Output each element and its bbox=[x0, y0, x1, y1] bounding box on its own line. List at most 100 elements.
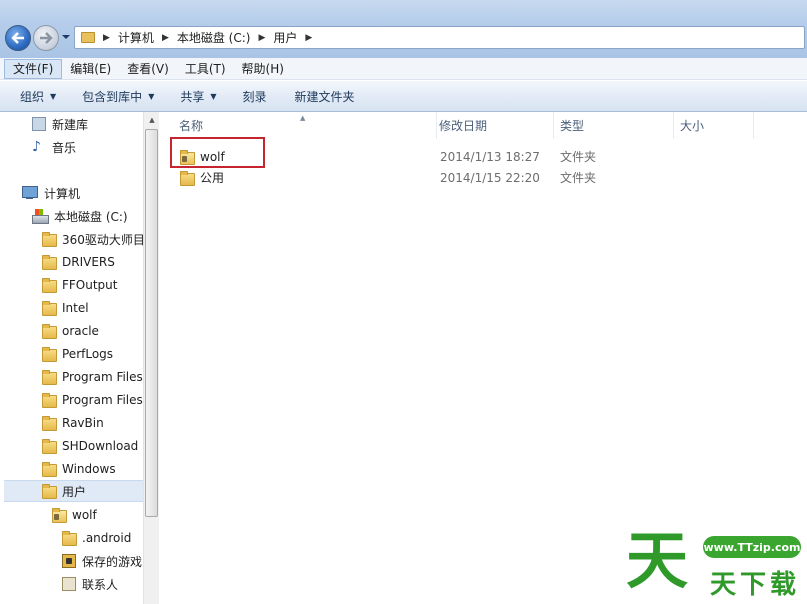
drive-icon bbox=[32, 209, 49, 224]
share-label: 共享 bbox=[180, 89, 205, 104]
nav-item-music[interactable]: ♪ 音乐 bbox=[32, 136, 76, 158]
file-type: 文件夹 bbox=[560, 171, 597, 185]
sort-arrow-icon: ▲ bbox=[300, 114, 306, 122]
nav-item-label: FFOutput bbox=[62, 278, 118, 292]
file-name-cell: wolf bbox=[180, 149, 225, 165]
user-folder-icon bbox=[52, 508, 67, 523]
breadcrumb-users[interactable]: 用户 bbox=[273, 29, 297, 46]
nav-item-users[interactable]: 用户 bbox=[4, 480, 144, 502]
new-folder-button[interactable]: 新建文件夹 bbox=[285, 88, 365, 105]
column-header: 名称 ▲ 修改日期 类型 大小 bbox=[160, 112, 807, 139]
folder-icon bbox=[42, 232, 57, 247]
folder-icon bbox=[42, 439, 57, 454]
file-name: 公用 bbox=[200, 171, 225, 185]
lock-icon bbox=[54, 514, 59, 520]
caret-down-icon: ▼ bbox=[210, 91, 217, 101]
library-icon bbox=[32, 117, 46, 131]
menu-bar: 文件(F) 编辑(E) 查看(V) 工具(T) 帮助(H) bbox=[0, 58, 807, 80]
breadcrumb-local-disk[interactable]: 本地磁盘 (C:) bbox=[177, 29, 251, 46]
breadcrumb-computer[interactable]: 计算机 bbox=[118, 29, 154, 46]
title-region: ▶ 计算机 ▶ 本地磁盘 (C:) ▶ 用户 ▶ bbox=[0, 0, 807, 58]
nav-item-folder[interactable]: FFOutput bbox=[42, 274, 118, 296]
nav-item-local-disk[interactable]: 本地磁盘 (C:) bbox=[32, 205, 128, 227]
nav-scrollbar[interactable]: ▲ bbox=[143, 112, 159, 604]
caret-down-icon: ▼ bbox=[148, 91, 155, 101]
nav-item-label: Intel bbox=[62, 301, 89, 315]
nav-item-folder[interactable]: DRIVERS bbox=[42, 251, 115, 273]
nav-item-contacts[interactable]: 联系人 bbox=[62, 573, 118, 595]
nav-item-label: Program Files bbox=[62, 370, 143, 384]
nav-item-folder[interactable]: Intel bbox=[42, 297, 89, 319]
nav-item-wolf[interactable]: wolf bbox=[52, 504, 97, 526]
folder-icon bbox=[180, 170, 195, 186]
watermark-big-char: 天 bbox=[626, 524, 689, 597]
back-button[interactable] bbox=[5, 25, 31, 51]
menu-tools[interactable]: 工具(T) bbox=[177, 59, 234, 79]
music-note-icon: ♪ bbox=[32, 139, 41, 155]
nav-item-label: Windows bbox=[62, 462, 116, 476]
folder-icon bbox=[42, 324, 57, 339]
address-bar[interactable]: ▶ 计算机 ▶ 本地磁盘 (C:) ▶ 用户 ▶ bbox=[74, 26, 805, 49]
history-dropdown-icon[interactable] bbox=[61, 32, 71, 42]
nav-item-label: PerfLogs bbox=[62, 347, 114, 361]
chevron-right-icon[interactable]: ▶ bbox=[162, 33, 169, 43]
nav-item-label: 用户 bbox=[62, 484, 87, 499]
forward-button[interactable] bbox=[33, 25, 59, 51]
watermark-text: 天下载 bbox=[710, 570, 801, 600]
nav-item-new-library[interactable]: 新建库 bbox=[32, 113, 88, 135]
nav-item-folder[interactable]: SHDownload bbox=[42, 435, 138, 457]
file-name: wolf bbox=[200, 149, 225, 164]
chevron-right-icon[interactable]: ▶ bbox=[103, 33, 110, 43]
file-type: 文件夹 bbox=[560, 150, 597, 164]
nav-item-folder[interactable]: oracle bbox=[42, 320, 99, 342]
nav-item-android[interactable]: .android bbox=[62, 527, 131, 549]
nav-item-folder[interactable]: Program Files bbox=[42, 389, 143, 411]
nav-item-label: oracle bbox=[62, 324, 99, 338]
chevron-right-icon[interactable]: ▶ bbox=[258, 33, 265, 43]
nav-item-folder[interactable]: PerfLogs bbox=[42, 343, 113, 365]
file-modified: 2014/1/15 22:20 bbox=[440, 170, 540, 185]
nav-item-label: RavBin bbox=[62, 416, 104, 430]
column-size[interactable]: 大小 bbox=[674, 112, 754, 139]
share-button[interactable]: 共享 ▼ bbox=[170, 88, 226, 105]
folder-icon bbox=[62, 531, 77, 546]
include-in-library-label: 包含到库中 bbox=[82, 89, 143, 104]
organize-button[interactable]: 组织 ▼ bbox=[10, 88, 66, 105]
organize-label: 组织 bbox=[20, 89, 45, 104]
file-row-wolf[interactable]: wolf 2014/1/13 18:27 文件夹 bbox=[160, 146, 807, 167]
column-name[interactable]: 名称 bbox=[160, 112, 437, 139]
column-type[interactable]: 类型 bbox=[554, 112, 674, 139]
caret-down-icon: ▼ bbox=[50, 91, 57, 101]
folder-icon bbox=[42, 416, 57, 431]
nav-item-label: 计算机 bbox=[44, 186, 81, 201]
file-modified: 2014/1/13 18:27 bbox=[440, 149, 540, 164]
chevron-right-icon[interactable]: ▶ bbox=[305, 33, 312, 43]
watermark-url: www.TTzip.com bbox=[703, 536, 801, 558]
nav-item-computer[interactable]: 计算机 bbox=[22, 182, 80, 204]
nav-item-label: 联系人 bbox=[82, 577, 119, 592]
nav-item-folder[interactable]: Program Files bbox=[42, 366, 143, 388]
folder-icon bbox=[42, 462, 57, 477]
command-bar: 组织 ▼ 包含到库中 ▼ 共享 ▼ 刻录 新建文件夹 bbox=[0, 81, 807, 112]
nav-item-folder[interactable]: RavBin bbox=[42, 412, 104, 434]
folder-icon bbox=[42, 255, 57, 270]
nav-item-label: SHDownload bbox=[62, 439, 139, 453]
lock-icon bbox=[182, 155, 187, 162]
burn-button[interactable]: 刻录 bbox=[233, 88, 277, 105]
folder-icon bbox=[42, 278, 57, 293]
include-in-library-button[interactable]: 包含到库中 ▼ bbox=[72, 88, 164, 105]
menu-view[interactable]: 查看(V) bbox=[119, 59, 177, 79]
file-row-public[interactable]: 公用 2014/1/15 22:20 文件夹 bbox=[160, 167, 807, 188]
nav-item-folder[interactable]: 360驱动大师目 bbox=[42, 228, 145, 250]
nav-item-saved-games[interactable]: 保存的游戏 bbox=[62, 550, 142, 572]
column-modified[interactable]: 修改日期 bbox=[437, 112, 554, 139]
menu-help[interactable]: 帮助(H) bbox=[234, 59, 292, 79]
nav-item-label: 保存的游戏 bbox=[82, 554, 143, 569]
nav-item-folder[interactable]: Windows bbox=[42, 458, 116, 480]
user-folder-icon bbox=[180, 149, 195, 165]
scroll-thumb[interactable] bbox=[145, 129, 158, 517]
folder-icon bbox=[42, 301, 57, 316]
scroll-up-arrow-icon[interactable]: ▲ bbox=[144, 112, 160, 128]
menu-file[interactable]: 文件(F) bbox=[4, 58, 63, 79]
menu-edit[interactable]: 编辑(E) bbox=[62, 59, 119, 79]
